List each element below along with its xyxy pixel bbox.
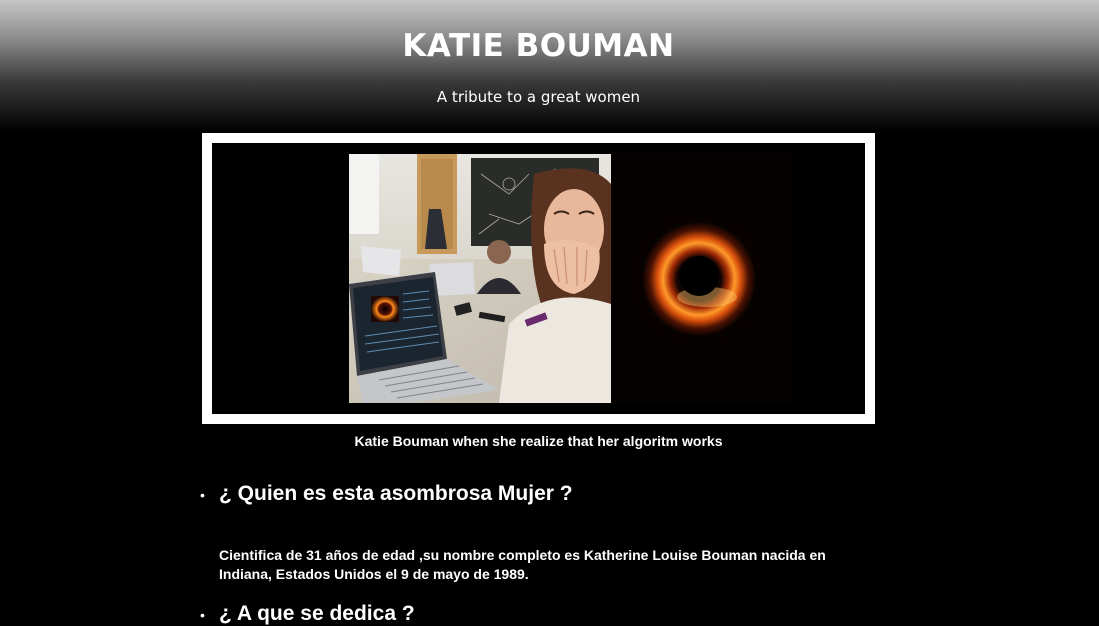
bullet-icon: • — [200, 487, 205, 503]
page-subtitle: A tribute to a great women — [436, 88, 641, 106]
image-caption: Katie Bouman when she realize that her a… — [354, 433, 723, 449]
black-hole-image — [611, 154, 793, 403]
katie-bouman-photo-drawing — [349, 154, 611, 403]
page-title: KATIE BOUMAN — [402, 28, 675, 64]
image-frame — [202, 133, 875, 424]
section-heading-what: ¿ A que se dedica ? — [219, 602, 415, 625]
image-container — [212, 143, 865, 414]
black-hole-drawing — [611, 154, 793, 403]
page-header: KATIE BOUMAN A tribute to a great women — [0, 0, 1099, 132]
bullet-icon: • — [200, 607, 205, 623]
section-heading-who: ¿ Quien es esta asombrosa Mujer ? — [219, 482, 573, 505]
katie-bouman-photo — [349, 154, 611, 403]
section-body-who: Cientifica de 31 años de edad ,su nombre… — [219, 547, 826, 582]
